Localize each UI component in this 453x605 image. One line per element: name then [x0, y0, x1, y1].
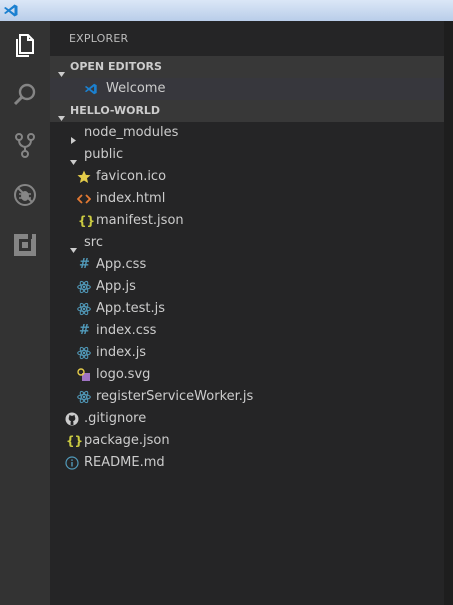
open-editor-label: Welcome — [106, 81, 166, 96]
json-icon: {} — [78, 214, 96, 228]
tree-item-label: logo.svg — [96, 367, 151, 382]
star-icon — [77, 170, 91, 184]
open-editors-header[interactable]: OPEN EDITORS — [50, 56, 444, 78]
tree-file-app-test-js[interactable]: App.test.js — [50, 298, 444, 320]
debug-icon[interactable] — [11, 181, 39, 209]
tree-item-label: node_modules — [84, 125, 179, 140]
tree-file-manifest-json[interactable]: {} manifest.json — [50, 210, 444, 232]
window-title-bar — [0, 0, 453, 21]
explorer-sidebar: EXPLORER OPEN EDITORS Welcome HELLO-WORL… — [50, 21, 444, 605]
css-hash-icon: # — [79, 257, 90, 272]
tree-file-favicon[interactable]: favicon.ico — [50, 166, 444, 188]
tree-item-label: package.json — [84, 433, 170, 448]
tree-file-index-js[interactable]: index.js — [50, 342, 444, 364]
tree-item-label: App.css — [96, 257, 147, 272]
tree-file-app-css[interactable]: # App.css — [50, 254, 444, 276]
tree-file-gitignore[interactable]: .gitignore — [50, 408, 444, 430]
tree-item-label: favicon.ico — [96, 169, 167, 184]
tree-item-label: index.js — [96, 345, 147, 360]
tree-file-register-service-worker-js[interactable]: registerServiceWorker.js — [50, 386, 444, 408]
css-hash-icon: # — [79, 323, 90, 338]
tree-file-index-html[interactable]: index.html — [50, 188, 444, 210]
svg-icon — [77, 368, 91, 382]
tree-item-label: src — [84, 235, 103, 250]
open-editor-item-welcome[interactable]: Welcome — [50, 78, 444, 100]
react-icon — [77, 302, 91, 316]
tree-item-label: README.md — [84, 455, 165, 470]
tree-item-label: App.test.js — [96, 301, 166, 316]
tree-file-app-js[interactable]: App.js — [50, 276, 444, 298]
tree-file-logo-svg[interactable]: logo.svg — [50, 364, 444, 386]
json-icon: {} — [66, 434, 84, 448]
activity-bar — [0, 21, 50, 605]
source-control-icon[interactable] — [11, 131, 39, 159]
react-icon — [77, 280, 91, 294]
tree-item-label: public — [84, 147, 124, 162]
html-icon — [77, 192, 91, 206]
tree-file-readme-md[interactable]: README.md — [50, 452, 444, 474]
explorer-title: EXPLORER — [69, 32, 129, 45]
tree-folder-node-modules[interactable]: node_modules — [50, 122, 444, 144]
vscode-icon — [84, 82, 98, 96]
workspace-label: HELLO-WORLD — [70, 104, 161, 117]
open-editors-label: OPEN EDITORS — [70, 60, 162, 73]
tree-file-package-json[interactable]: {} package.json — [50, 430, 444, 452]
search-icon[interactable] — [11, 81, 39, 109]
extensions-icon[interactable] — [11, 231, 39, 259]
explorer-files-icon[interactable] — [11, 31, 39, 59]
tree-item-label: manifest.json — [96, 213, 184, 228]
tree-item-label: registerServiceWorker.js — [96, 389, 254, 404]
tree-item-label: App.js — [96, 279, 136, 294]
tree-item-label: index.css — [96, 323, 157, 338]
tree-folder-src[interactable]: src — [50, 232, 444, 254]
react-icon — [77, 390, 91, 404]
vscode-logo-icon — [3, 3, 19, 22]
react-icon — [77, 346, 91, 360]
tree-file-index-css[interactable]: # index.css — [50, 320, 444, 342]
workspace-header[interactable]: HELLO-WORLD — [50, 100, 444, 122]
editor-area — [444, 21, 453, 605]
tree-item-label: index.html — [96, 191, 166, 206]
github-icon — [65, 412, 79, 426]
info-icon — [65, 456, 79, 470]
tree-folder-public[interactable]: public — [50, 144, 444, 166]
tree-item-label: .gitignore — [84, 411, 147, 426]
